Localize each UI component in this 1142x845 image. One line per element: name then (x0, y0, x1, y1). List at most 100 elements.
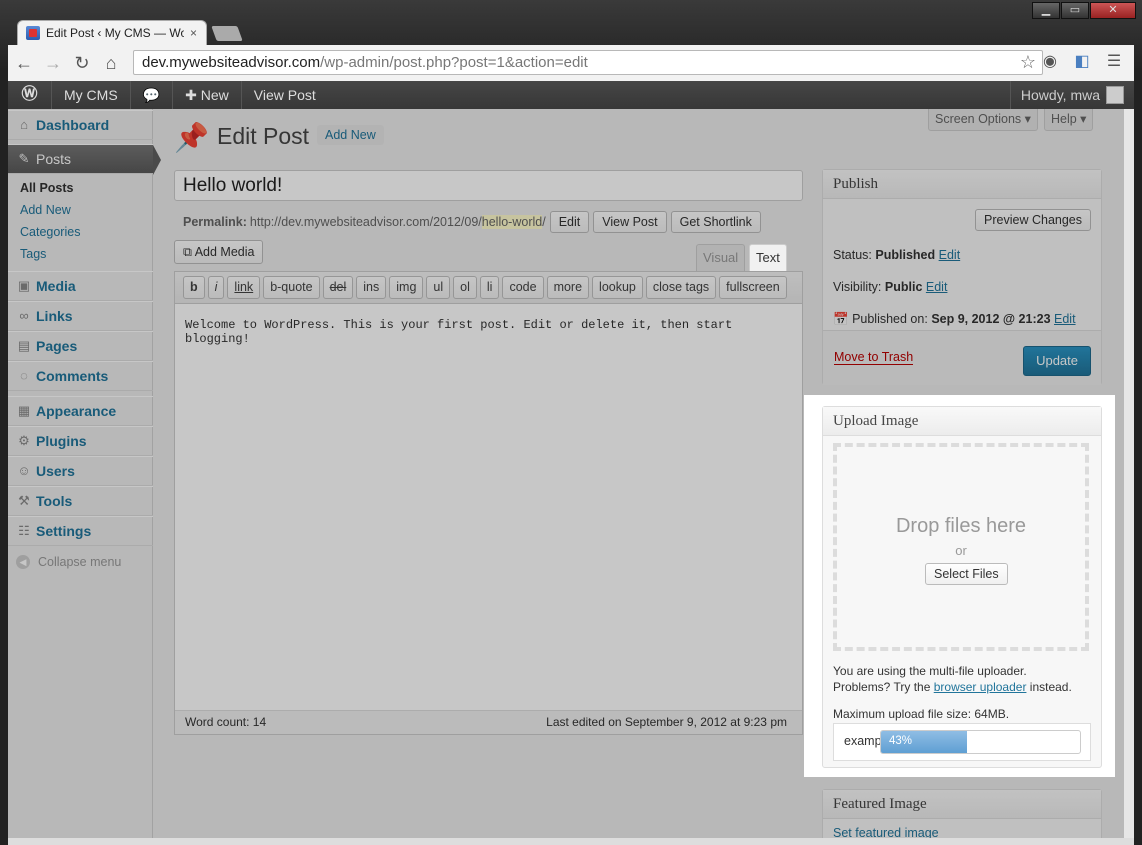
qt-ins-button[interactable]: ins (356, 276, 387, 299)
comments-bubble-icon[interactable]: 💬 (131, 81, 174, 109)
qt-fullscreen-button[interactable]: fullscreen (719, 276, 787, 299)
post-editor: b i link b-quote del ins img ul ol li co… (174, 271, 803, 735)
post-title-input[interactable]: Hello world! (174, 170, 803, 201)
adminbar-new[interactable]: ✚ New (173, 81, 242, 109)
adminbar-view-post[interactable]: View Post (242, 81, 328, 109)
tab-visual[interactable]: Visual (696, 244, 746, 271)
sidebar-item-comments[interactable]: ◌ Comments (8, 361, 153, 391)
update-button[interactable]: Update (1023, 346, 1091, 376)
submenu-all-posts[interactable]: All Posts (20, 181, 74, 195)
avatar (1106, 86, 1124, 104)
screen-options-button[interactable]: Screen Options ▾ (928, 109, 1038, 131)
qt-blockquote-button[interactable]: b-quote (263, 276, 320, 299)
sidebar-item-label: Plugins (36, 433, 87, 449)
menu-icon[interactable]: ☰ (1102, 51, 1126, 73)
permalink-edit-button[interactable]: Edit (549, 211, 590, 233)
qt-ul-button[interactable]: ul (426, 276, 451, 299)
uploader-info-line1: You are using the multi-file uploader. (833, 664, 1027, 678)
home-icon[interactable]: ⌂ (98, 50, 124, 76)
qt-li-button[interactable]: li (479, 276, 500, 299)
minimize-icon[interactable]: ▁ (1032, 2, 1060, 19)
sidebar-item-media[interactable]: ▣ Media (8, 271, 153, 301)
sidebar-item-plugins[interactable]: ⚙ Plugins (8, 426, 153, 456)
permalink-slug[interactable]: hello-world (481, 215, 543, 229)
sidebar-item-tools[interactable]: ⚒ Tools (8, 486, 153, 516)
permalink-label: Permalink: (183, 215, 247, 229)
maximize-icon[interactable]: ▭ (1061, 2, 1089, 19)
visibility-edit-link[interactable]: Edit (926, 280, 948, 294)
collapse-label: Collapse menu (38, 555, 122, 569)
calendar-icon: 📅 (833, 312, 849, 326)
qt-bold-button[interactable]: b (183, 276, 205, 299)
pin-icon: ✎ (18, 151, 30, 166)
status-edit-link[interactable]: Edit (939, 248, 961, 262)
adminbar-site[interactable]: My CMS (52, 81, 131, 109)
upload-progress-bar: 43% (880, 730, 1081, 754)
featured-image-title: Featured Image (823, 790, 1101, 819)
visibility-label: Visibility: (833, 280, 882, 294)
move-to-trash-link[interactable]: Move to Trash (834, 351, 914, 365)
sidebar-item-pages[interactable]: ▤ Pages (8, 331, 153, 361)
sidebar-item-dashboard[interactable]: ⌂ Dashboard (8, 110, 153, 140)
address-bar[interactable]: dev.mywebsiteadvisor.com/wp-admin/post.p… (133, 50, 1043, 75)
qt-italic-button[interactable]: i (207, 276, 225, 299)
sidebar-item-settings[interactable]: ☷ Settings (8, 516, 153, 546)
adminbar-account[interactable]: Howdy, mwa (1009, 81, 1134, 109)
wordpress-logo-icon[interactable]: Ⓦ (8, 81, 52, 109)
qt-link-button[interactable]: link (227, 276, 261, 299)
submenu-add-new[interactable]: Add New (20, 203, 71, 217)
close-window-icon[interactable]: ✕ (1090, 2, 1136, 19)
tab-close-icon[interactable]: × (190, 26, 197, 40)
help-button[interactable]: Help ▾ (1044, 109, 1094, 131)
admin-page: ⌂ Dashboard ✎ Posts All Posts Add New Cate… (8, 109, 1134, 838)
set-featured-image-link[interactable]: Set featured image (833, 826, 939, 838)
qt-more-button[interactable]: more (546, 276, 590, 299)
preview-changes-button[interactable]: Preview Changes (975, 209, 1091, 231)
browser-tab[interactable]: Edit Post ‹ My CMS — Wo × (17, 20, 207, 45)
new-tab-button[interactable] (211, 26, 243, 41)
sidebar-item-label: Posts (36, 151, 72, 167)
extension-tag-icon[interactable]: ◧ (1070, 51, 1094, 73)
sidebar-item-label: Settings (36, 523, 92, 539)
link-icon: ∞ (19, 308, 29, 323)
select-files-button[interactable]: Select Files (925, 563, 1008, 585)
qt-del-button[interactable]: del (322, 276, 354, 299)
add-media-button[interactable]: ⧉ Add Media (174, 240, 264, 264)
reload-icon[interactable]: ↻ (69, 50, 95, 76)
drop-zone[interactable]: Drop files here or Select Files (833, 443, 1089, 651)
collapse-menu[interactable]: ◀ Collapse menu (16, 555, 121, 569)
forward-icon[interactable]: → (40, 50, 66, 76)
submenu-tags[interactable]: Tags (20, 247, 46, 261)
qt-close-tags-button[interactable]: close tags (645, 276, 717, 299)
permalink-base: http://dev.mywebsiteadvisor.com/2012/09/ (249, 215, 482, 229)
back-icon[interactable]: ← (11, 50, 37, 76)
published-edit-link[interactable]: Edit (1054, 312, 1076, 326)
submenu-categories[interactable]: Categories (20, 225, 80, 239)
sidebar-item-label: Tools (36, 493, 73, 509)
howdy-label: Howdy, mwa (1020, 87, 1100, 103)
sidebar-item-appearance[interactable]: ▦ Appearance (8, 396, 153, 426)
horizontal-scrollbar[interactable] (8, 838, 1134, 845)
sidebar-item-links[interactable]: ∞ Links (8, 301, 153, 331)
published-value: Sep 9, 2012 @ 21:23 (931, 312, 1051, 326)
sidebar-item-users[interactable]: ☺ Users (8, 456, 153, 486)
extension-glasses-icon[interactable]: ◉ (1038, 51, 1062, 73)
page-title: Edit Post (217, 123, 310, 149)
view-post-button[interactable]: View Post (593, 211, 667, 233)
qt-ol-button[interactable]: ol (453, 276, 477, 299)
sidebar-item-label: Pages (36, 338, 78, 354)
get-shortlink-button[interactable]: Get Shortlink (670, 211, 761, 233)
post-content-textarea[interactable]: Welcome to WordPress. This is your first… (185, 318, 802, 346)
qt-code-button[interactable]: code (502, 276, 544, 299)
qt-lookup-button[interactable]: lookup (592, 276, 643, 299)
vertical-scrollbar[interactable] (1124, 109, 1134, 838)
sidebar-item-posts[interactable]: ✎ Posts (8, 144, 161, 175)
status-label: Status: (833, 248, 872, 262)
qt-img-button[interactable]: img (389, 276, 424, 299)
window-controls: ▁ ▭ ✕ (1031, 2, 1136, 19)
tab-text[interactable]: Text (749, 244, 787, 271)
add-new-button[interactable]: Add New (317, 125, 384, 145)
browser-uploader-link[interactable]: browser uploader (934, 680, 1027, 694)
or-text: or (955, 543, 967, 558)
pages-icon: ▤ (17, 338, 31, 353)
